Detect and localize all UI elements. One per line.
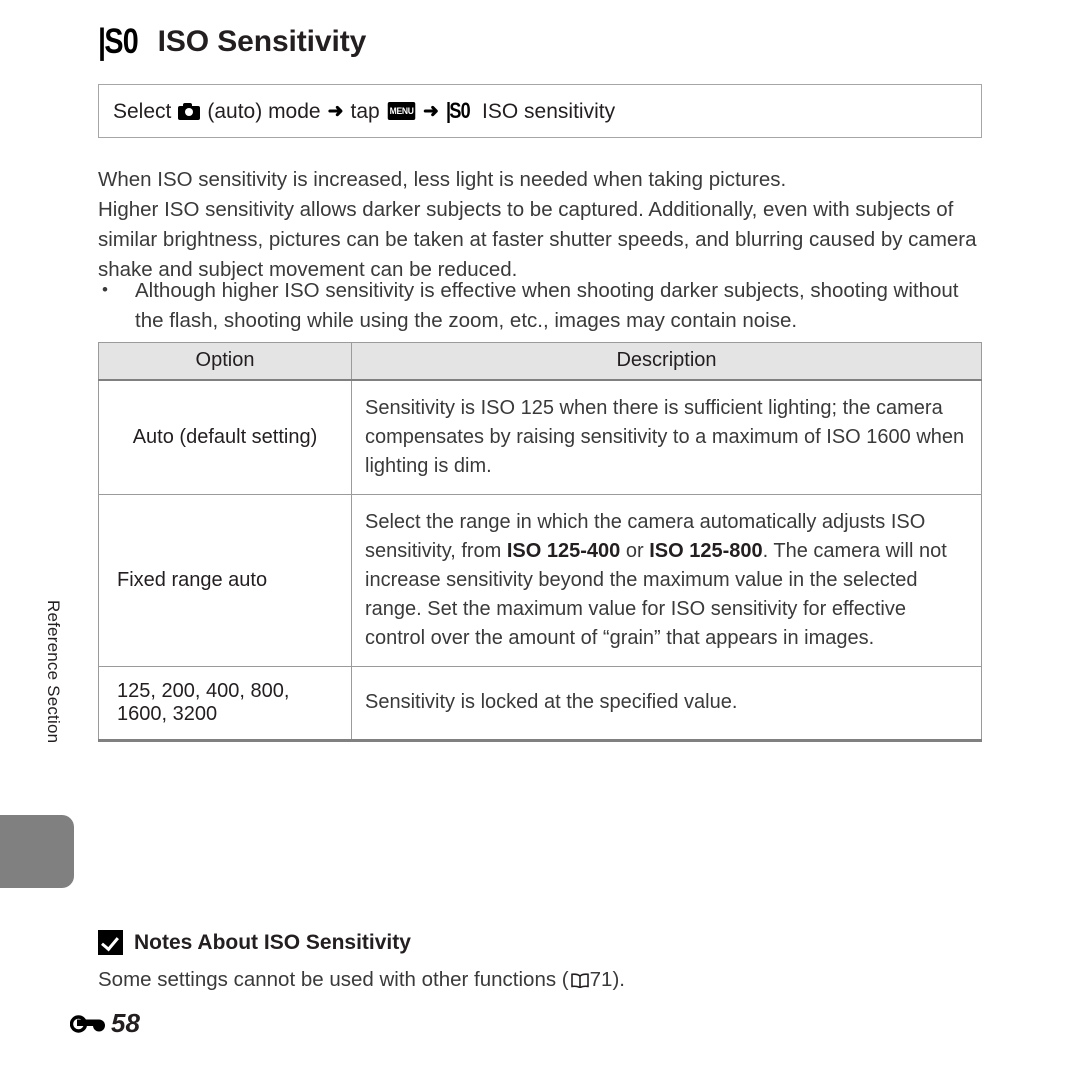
navigation-path-box: Select (auto) mode ➜ tap MENU ➜ S0 ISO s… [98, 84, 982, 138]
page-title: S0 ISO Sensitivity [98, 24, 366, 59]
iso-options-table: Option Description Auto (default setting… [98, 342, 982, 742]
table-cell-description: Sensitivity is ISO 125 when there is suf… [351, 379, 982, 495]
page-title-text: ISO Sensitivity [157, 24, 367, 58]
arrow-right-icon-2: ➜ [423, 100, 439, 122]
table-header-description: Description [351, 342, 982, 381]
checkmark-icon [98, 930, 123, 955]
table-header-row: Option Description [98, 342, 982, 381]
table-cell-description: Select the range in which the camera aut… [351, 494, 982, 667]
document-page: Reference Section S0 ISO Sensitivity Sel… [0, 0, 1080, 1080]
table-header-option: Option [98, 342, 352, 381]
nav-auto-mode-label: (auto) mode [207, 99, 321, 123]
table-row: 125, 200, 400, 800, 1600, 3200 Sensitivi… [98, 666, 982, 742]
iso-icon: S0 [98, 24, 138, 59]
table-cell-option: Fixed range auto [98, 494, 352, 667]
nav-tap-label: tap [350, 99, 380, 123]
arrow-right-icon: ➜ [327, 100, 344, 122]
page-footer: 58 [70, 1010, 140, 1036]
side-tab-marker [0, 815, 74, 888]
table-cell-option: 125, 200, 400, 800, 1600, 3200 [98, 666, 352, 742]
table-cell-option: Auto (default setting) [98, 379, 352, 495]
notes-text-before: Some settings cannot be used with other … [98, 968, 569, 991]
notes-title-text: Notes About ISO Sensitivity [134, 931, 411, 954]
notes-reference-page: 71 [589, 968, 613, 991]
table-body: Auto (default setting) Sensitivity is IS… [98, 379, 982, 742]
bullet-list: Although higher ISO sensitivity is effec… [98, 275, 982, 336]
side-tab-label: Reference Section [44, 600, 63, 744]
reference-section-icon [70, 1013, 108, 1033]
list-item: Although higher ISO sensitivity is effec… [98, 275, 982, 336]
nav-select-label: Select [113, 99, 172, 123]
table-row: Fixed range auto Select the range in whi… [98, 494, 982, 667]
menu-button-icon: MENU [387, 102, 416, 120]
page-number: 58 [111, 1008, 140, 1038]
iso-icon-nav: S0 [446, 100, 470, 122]
navigation-path: Select (auto) mode ➜ tap MENU ➜ S0 ISO s… [113, 100, 615, 122]
intro-paragraph-1: When ISO sensitivity is increased, less … [98, 168, 787, 191]
table-row: Auto (default setting) Sensitivity is IS… [98, 379, 982, 495]
notes-heading: Notes About ISO Sensitivity [98, 930, 411, 955]
notes-text-after: ). [612, 968, 625, 991]
camera-auto-mode-icon [178, 102, 201, 120]
nav-iso-sensitivity-label: ISO sensitivity [482, 99, 616, 123]
book-icon [570, 973, 590, 988]
intro-paragraph-2: Higher ISO sensitivity allows darker sub… [98, 198, 977, 281]
notes-body: Some settings cannot be used with other … [98, 966, 625, 994]
table-cell-description: Sensitivity is locked at the specified v… [351, 666, 982, 742]
